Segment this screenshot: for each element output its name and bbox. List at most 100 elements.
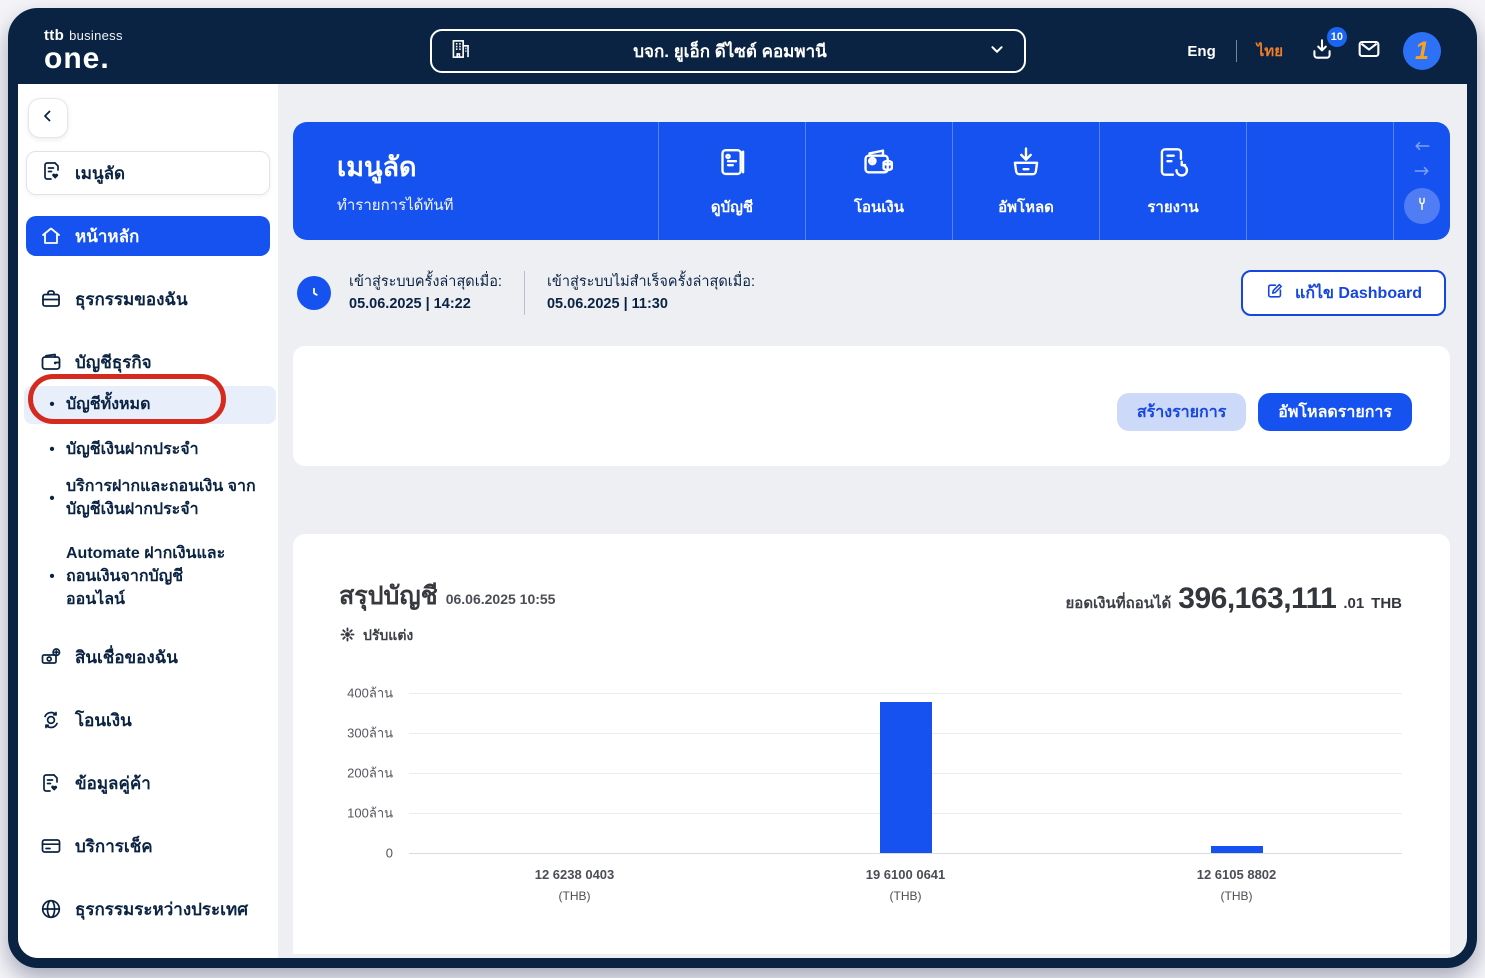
chevron-down-icon: [986, 38, 1008, 65]
edit-pencil-icon: [1265, 281, 1285, 306]
chart-y-axis: 400ล้าน300ล้าน200ล้าน100ล้าน0: [339, 693, 409, 854]
sidebar-item-label: ธุรกรรมของฉัน: [75, 286, 188, 313]
last-login-label: เข้าสู่ระบบครั้งล่าสุดเมื่อ:: [349, 271, 502, 293]
quick-action-reports[interactable]: รายงาน: [1099, 122, 1246, 240]
sidebar-item-my-transactions[interactable]: ธุรกรรมของฉัน: [26, 279, 270, 319]
sidebar-item-automate-deposit-withdraw[interactable]: Automate ฝากเงินและ ถอนเงินจากบัญชี ออนไ…: [26, 542, 270, 612]
sidebar-item-label: ข้อมูลคู่ค้า: [75, 770, 151, 797]
available-balance-amount: 396,163,111: [1178, 582, 1336, 616]
quick-action-transfer[interactable]: โอนเงิน: [805, 122, 952, 240]
profile-avatar[interactable]: 1: [1403, 32, 1441, 70]
sidebar-item-label: ธุรกรรมระหว่างประเทศ: [75, 896, 248, 923]
ttb-business-one-logo: ttbbusiness one.: [44, 28, 123, 74]
passbook-icon: [713, 143, 751, 186]
shortcut-banner: เมนูลัด ทำรายการได้ทันที ดูบัญชี: [293, 122, 1450, 240]
messages-button[interactable]: [1355, 35, 1383, 68]
upload-tray-icon: [1007, 143, 1045, 186]
cheque-card-icon: [39, 834, 63, 858]
quick-action-view-accounts[interactable]: ดูบัญชี: [658, 122, 805, 240]
wallet-icon: [39, 350, 63, 374]
company-name: บจก. ยูเอ็ก ดีไซต์ คอมพานี: [486, 38, 974, 65]
language-eng-toggle[interactable]: Eng: [1187, 43, 1215, 60]
category-label: 12 6238 0403(THB): [409, 867, 740, 903]
sidebar-item-label: โอนเงิน: [75, 707, 132, 734]
sidebar-item-all-accounts[interactable]: บัญชีทั้งหมด: [24, 386, 276, 424]
sidebar-item-cheque-service[interactable]: บริการเช็ค: [26, 826, 270, 866]
sidebar-item-home[interactable]: หน้าหลัก: [26, 216, 270, 256]
main-content: เมนูลัด ทำรายการได้ทันที ดูบัญชี: [278, 84, 1467, 958]
gridline: [409, 853, 1402, 854]
wrench-icon: [1413, 195, 1431, 218]
home-icon: [39, 224, 63, 248]
edit-dashboard-label: แก้ไข Dashboard: [1295, 281, 1422, 306]
create-transaction-button[interactable]: สร้างรายการ: [1117, 393, 1246, 431]
collapse-sidebar-button[interactable]: [28, 98, 68, 138]
brand-sub-text: business: [69, 28, 123, 43]
last-failed-time: 05.06.2025 | 11:30: [547, 293, 755, 315]
sidebar-item-label: บริการเช็ค: [75, 833, 153, 860]
chart-plot: [409, 693, 1402, 854]
chart-bar: [1211, 846, 1263, 853]
chart-bar: [880, 702, 932, 853]
edit-dashboard-button[interactable]: แก้ไข Dashboard: [1241, 270, 1446, 316]
company-selector[interactable]: บจก. ยูเอ็ก ดีไซต์ คอมพานี: [430, 29, 1026, 73]
sidebar-item-partner-info[interactable]: ข้อมูลคู่ค้า: [26, 763, 270, 803]
last-failed-login-info: เข้าสู่ระบบไม่สำเร็จครั้งล่าสุดเมื่อ: 05…: [547, 271, 755, 316]
customize-shortcuts-button[interactable]: [1404, 188, 1440, 224]
category-label: 19 6100 0641(THB): [740, 867, 1071, 903]
available-balance-currency: THB: [1371, 595, 1402, 612]
available-balance-fraction: .01: [1343, 595, 1364, 612]
bullet-dot: [42, 438, 62, 461]
quick-action-label: โอนเงิน: [854, 195, 904, 219]
clipboard-heart-icon: [39, 771, 63, 795]
login-info-row: เข้าสู่ระบบครั้งล่าสุดเมื่อ: 05.06.2025 …: [293, 270, 1450, 316]
app-window: ttbbusiness one. บจก. ยูเอ็ก ดีไซต์ คอมพ…: [8, 8, 1477, 968]
sidebar-item-fixed-deposit-accounts[interactable]: บัญชีเงินฝากประจำ: [26, 438, 270, 461]
account-summary-card: สรุปบัญชี 06.06.2025 10:55 ปรับแต่ง: [293, 534, 1450, 954]
sidebar-item-my-loans[interactable]: สินเชื่อของฉัน: [26, 637, 270, 677]
login-info-divider: [524, 271, 525, 315]
sidebar-item-business-accounts[interactable]: บัญชีธุรกิจ: [26, 342, 270, 382]
summary-timestamp: 06.06.2025 10:55: [446, 591, 556, 607]
sidebar-item-international-transactions[interactable]: ธุรกรรมระหว่างประเทศ: [26, 889, 270, 929]
y-tick-label: 200ล้าน: [347, 763, 393, 784]
sidebar-item-transfer[interactable]: โอนเงิน: [26, 700, 270, 740]
banner-controls: [1393, 122, 1450, 240]
sidebar-item-deposit-withdraw-service[interactable]: บริการฝากและถอนเงิน จากบัญชีเงินฝากประจำ: [26, 475, 270, 521]
sidebar-item-label: บริการฝากและถอนเงิน จากบัญชีเงินฝากประจำ: [66, 475, 258, 521]
upload-transaction-button[interactable]: อัพโหลดรายการ: [1258, 393, 1412, 431]
downloads-button[interactable]: 10: [1309, 36, 1335, 67]
available-balance-label: ยอดเงินที่ถอนได้: [1066, 591, 1172, 615]
globe-icon: [39, 897, 63, 921]
customize-summary-button[interactable]: ปรับแต่ง: [339, 625, 555, 647]
gridline: [409, 693, 1402, 694]
y-tick-label: 0: [386, 846, 393, 861]
sidebar: เมนูลัด หน้าหลัก: [18, 84, 278, 958]
language-divider: [1236, 40, 1237, 62]
y-tick-label: 300ล้าน: [347, 723, 393, 744]
top-header: ttbbusiness one. บจก. ยูเอ็ก ดีไซต์ คอมพ…: [18, 18, 1467, 84]
transactions-actions-card: สร้างรายการ อัพโหลดรายการ: [293, 346, 1450, 466]
y-tick-label: 400ล้าน: [347, 683, 393, 704]
quick-action-empty-slot: [1246, 122, 1393, 240]
carousel-next-arrow[interactable]: [1412, 163, 1432, 179]
mail-icon: [1355, 35, 1383, 68]
language-thai-toggle[interactable]: ไทย: [1257, 39, 1283, 63]
sidebar-item-shortcut-menu[interactable]: เมนูลัด: [26, 151, 270, 195]
sidebar-item-label: Automate ฝากเงินและ ถอนเงินจากบัญชี ออนไ…: [66, 542, 242, 612]
briefcase-icon: [39, 287, 63, 311]
sidebar-item-label: บัญชีธุรกิจ: [75, 349, 152, 376]
quick-action-label: รายงาน: [1147, 195, 1198, 219]
quick-action-upload[interactable]: อัพโหลด: [952, 122, 1099, 240]
last-failed-label: เข้าสู่ระบบไม่สำเร็จครั้งล่าสุดเมื่อ:: [547, 271, 755, 293]
banner-title-block: เมนูลัด ทำรายการได้ทันที: [293, 122, 658, 240]
building-icon: [448, 36, 474, 67]
carousel-prev-arrow[interactable]: [1412, 138, 1432, 154]
customize-label: ปรับแต่ง: [363, 625, 413, 647]
product-text: one.: [44, 44, 123, 74]
transfer-arrows-icon: [39, 708, 63, 732]
sidebar-item-label: สินเชื่อของฉัน: [75, 644, 178, 671]
quick-action-label: อัพโหลด: [998, 195, 1054, 219]
sidebar-item-label: หน้าหลัก: [75, 223, 139, 250]
sidebar-nav: หน้าหลัก ธุรกรรมของฉัน: [26, 216, 270, 929]
